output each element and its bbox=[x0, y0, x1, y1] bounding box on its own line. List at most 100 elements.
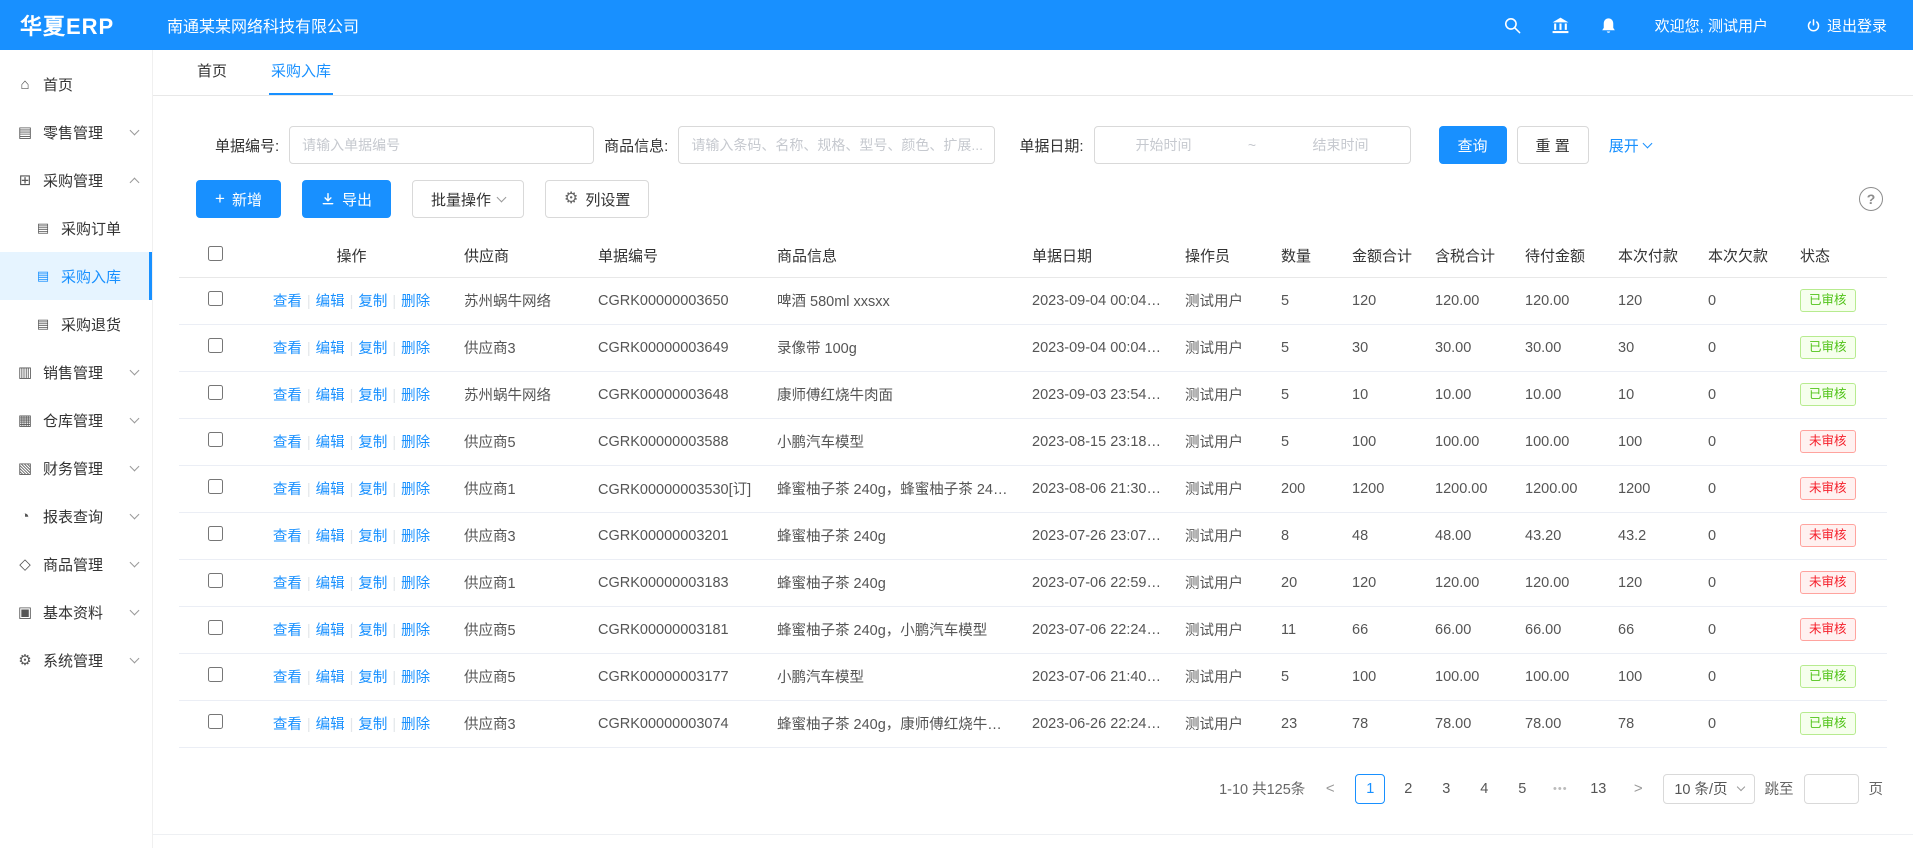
select-all-checkbox[interactable] bbox=[208, 246, 223, 261]
sidebar-item-basic-data[interactable]: ▣ 基本资料 bbox=[0, 588, 152, 636]
copy-link[interactable]: 复制 bbox=[358, 482, 387, 498]
pagination-page-13[interactable]: 13 bbox=[1583, 774, 1613, 804]
copy-link[interactable]: 复制 bbox=[358, 388, 387, 404]
row-checkbox[interactable] bbox=[208, 667, 223, 682]
product-info-input[interactable] bbox=[678, 126, 995, 164]
sidebar-item-purchase-order[interactable]: ▤ 采购订单 bbox=[0, 204, 152, 252]
edit-link[interactable]: 编辑 bbox=[316, 529, 345, 545]
sidebar-item-products[interactable]: ◇ 商品管理 bbox=[0, 540, 152, 588]
status-badge: 未审核 bbox=[1800, 571, 1856, 594]
view-link[interactable]: 查看 bbox=[273, 529, 302, 545]
batch-actions-button[interactable]: 批量操作 bbox=[412, 180, 524, 218]
notification-bell-icon[interactable] bbox=[1599, 15, 1619, 35]
expand-filters-link[interactable]: 展开 bbox=[1609, 135, 1651, 156]
search-button[interactable]: 查询 bbox=[1439, 126, 1507, 164]
view-link[interactable]: 查看 bbox=[273, 388, 302, 404]
copy-link[interactable]: 复制 bbox=[358, 529, 387, 545]
date-start-input[interactable] bbox=[1105, 137, 1223, 153]
edit-link[interactable]: 编辑 bbox=[316, 341, 345, 357]
row-checkbox[interactable] bbox=[208, 338, 223, 353]
row-checkbox[interactable] bbox=[208, 432, 223, 447]
copy-link[interactable]: 复制 bbox=[358, 717, 387, 733]
edit-link[interactable]: 编辑 bbox=[316, 482, 345, 498]
sidebar-item-home[interactable]: ⌂ 首页 bbox=[0, 60, 152, 108]
row-checkbox[interactable] bbox=[208, 291, 223, 306]
reset-button[interactable]: 重 置 bbox=[1517, 126, 1589, 164]
export-button[interactable]: 导出 bbox=[302, 180, 391, 218]
date-end-input[interactable] bbox=[1282, 137, 1400, 153]
copy-link[interactable]: 复制 bbox=[358, 341, 387, 357]
table-row: 查看|编辑|复制|删除 供应商1 CGRK00000003530[订] 蜂蜜柚子… bbox=[179, 465, 1887, 512]
edit-link[interactable]: 编辑 bbox=[316, 435, 345, 451]
bill-no-input[interactable] bbox=[289, 126, 594, 164]
view-link[interactable]: 查看 bbox=[273, 717, 302, 733]
delete-link[interactable]: 删除 bbox=[401, 482, 430, 498]
column-header: 数量 bbox=[1269, 234, 1340, 277]
row-checkbox[interactable] bbox=[208, 479, 223, 494]
row-checkbox[interactable] bbox=[208, 385, 223, 400]
bill-no-cell: CGRK00000003648 bbox=[586, 371, 765, 418]
copy-link[interactable]: 复制 bbox=[358, 670, 387, 686]
copy-link[interactable]: 复制 bbox=[358, 623, 387, 639]
tab-purchase-inbound[interactable]: 采购入库 bbox=[269, 48, 333, 95]
edit-link[interactable]: 编辑 bbox=[316, 717, 345, 733]
delete-link[interactable]: 删除 bbox=[401, 623, 430, 639]
edit-link[interactable]: 编辑 bbox=[316, 388, 345, 404]
date-range-picker[interactable]: ~ bbox=[1094, 126, 1411, 164]
row-checkbox[interactable] bbox=[208, 526, 223, 541]
column-settings-button[interactable]: ⚙ 列设置 bbox=[545, 180, 649, 218]
delete-link[interactable]: 删除 bbox=[401, 670, 430, 686]
sidebar-item-system[interactable]: ⚙ 系统管理 bbox=[0, 636, 152, 684]
platform-bank-icon[interactable] bbox=[1551, 15, 1571, 35]
sidebar-item-purchase[interactable]: ⊞ 采购管理 bbox=[0, 156, 152, 204]
delete-link[interactable]: 删除 bbox=[401, 388, 430, 404]
pagination-page-5[interactable]: 5 bbox=[1507, 774, 1537, 804]
sidebar-item-sales[interactable]: ▥ 销售管理 bbox=[0, 348, 152, 396]
pagination-page-2[interactable]: 2 bbox=[1393, 774, 1423, 804]
sidebar-item-finance[interactable]: ▧ 财务管理 bbox=[0, 444, 152, 492]
view-link[interactable]: 查看 bbox=[273, 482, 302, 498]
chevron-right-icon[interactable]: > bbox=[1623, 774, 1653, 804]
table-row: 查看|编辑|复制|删除 供应商3 CGRK00000003074 蜂蜜柚子茶 2… bbox=[179, 700, 1887, 747]
sidebar-item-purchase-return[interactable]: ▤ 采购退货 bbox=[0, 300, 152, 348]
pagination-page-4[interactable]: 4 bbox=[1469, 774, 1499, 804]
sidebar-item-warehouse[interactable]: ▦ 仓库管理 bbox=[0, 396, 152, 444]
sidebar-item-reports[interactable]: ◔ 报表查询 bbox=[0, 492, 152, 540]
help-icon[interactable]: ? bbox=[1859, 187, 1883, 211]
copy-link[interactable]: 复制 bbox=[358, 435, 387, 451]
delete-link[interactable]: 删除 bbox=[401, 717, 430, 733]
logout-button[interactable]: 退出登录 bbox=[1806, 15, 1887, 36]
copy-link[interactable]: 复制 bbox=[358, 576, 387, 592]
edit-link[interactable]: 编辑 bbox=[316, 576, 345, 592]
delete-link[interactable]: 删除 bbox=[401, 529, 430, 545]
view-link[interactable]: 查看 bbox=[273, 623, 302, 639]
edit-link[interactable]: 编辑 bbox=[316, 623, 345, 639]
view-link[interactable]: 查看 bbox=[273, 435, 302, 451]
sidebar-item-purchase-inbound[interactable]: ▤ 采购入库 bbox=[0, 252, 152, 300]
page-size-select[interactable]: 10 条/页 bbox=[1663, 774, 1754, 804]
row-checkbox[interactable] bbox=[208, 573, 223, 588]
copy-link[interactable]: 复制 bbox=[358, 294, 387, 310]
view-link[interactable]: 查看 bbox=[273, 341, 302, 357]
delete-link[interactable]: 删除 bbox=[401, 576, 430, 592]
tab-home[interactable]: 首页 bbox=[195, 48, 229, 95]
sidebar-item-retail[interactable]: ▤ 零售管理 bbox=[0, 108, 152, 156]
delete-link[interactable]: 删除 bbox=[401, 435, 430, 451]
add-button[interactable]: + 新增 bbox=[196, 180, 281, 218]
delete-link[interactable]: 删除 bbox=[401, 294, 430, 310]
jump-page-input[interactable] bbox=[1804, 774, 1859, 804]
view-link[interactable]: 查看 bbox=[273, 576, 302, 592]
chevron-left-icon[interactable]: < bbox=[1315, 774, 1345, 804]
row-checkbox[interactable] bbox=[208, 620, 223, 635]
pagination-page-1[interactable]: 1 bbox=[1355, 774, 1385, 804]
operator-cell: 测试用户 bbox=[1173, 700, 1269, 747]
edit-link[interactable]: 编辑 bbox=[316, 670, 345, 686]
search-icon[interactable] bbox=[1503, 15, 1523, 35]
delete-link[interactable]: 删除 bbox=[401, 341, 430, 357]
row-checkbox[interactable] bbox=[208, 714, 223, 729]
edit-link[interactable]: 编辑 bbox=[316, 294, 345, 310]
pagination-page-3[interactable]: 3 bbox=[1431, 774, 1461, 804]
jump-suffix: 页 bbox=[1869, 778, 1884, 799]
view-link[interactable]: 查看 bbox=[273, 294, 302, 310]
view-link[interactable]: 查看 bbox=[273, 670, 302, 686]
